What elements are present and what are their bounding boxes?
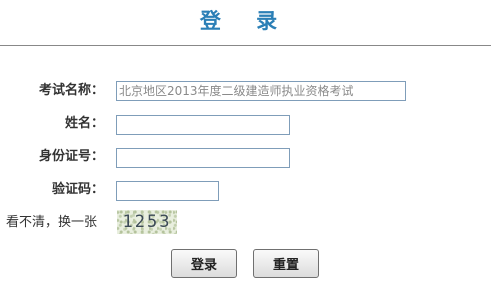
login-button[interactable]: 登录 xyxy=(171,249,237,278)
name-label: 姓名： xyxy=(64,116,104,131)
page-title: 登 录 xyxy=(199,9,292,33)
captcha-image[interactable]: 1253 xyxy=(117,210,177,234)
exam-name-field: 北京地区2013年度二级建造师执业资格考试 xyxy=(116,81,406,101)
name-input[interactable] xyxy=(116,115,290,135)
id-number-label: 身份证号： xyxy=(38,149,104,164)
refresh-captcha-link[interactable]: 看不清，换一张 xyxy=(6,213,97,233)
captcha-label: 验证码： xyxy=(51,182,104,197)
captcha-input[interactable] xyxy=(116,181,219,201)
exam-name-label: 考试名称： xyxy=(38,83,104,98)
id-number-input[interactable] xyxy=(116,148,290,168)
captcha-code-text: 1253 xyxy=(122,212,172,232)
reset-button[interactable]: 重置 xyxy=(253,249,319,278)
title-divider xyxy=(0,45,491,46)
